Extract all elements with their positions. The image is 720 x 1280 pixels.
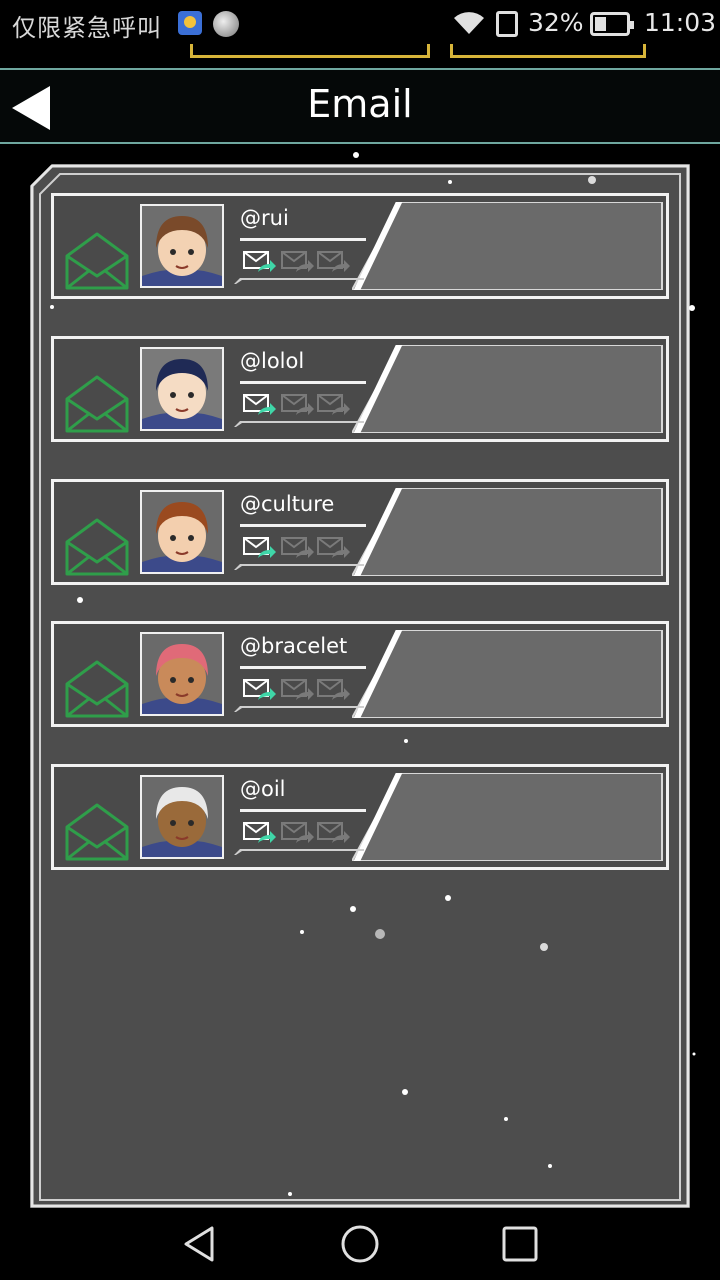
handle-underline <box>240 666 366 669</box>
message-status-icons <box>243 251 350 272</box>
app-notification-icon-2 <box>213 11 239 37</box>
mail-replied-icon <box>243 251 276 272</box>
nav-recents-icon[interactable] <box>498 1222 542 1266</box>
message-status-icons <box>243 679 350 700</box>
mail-pending-icon <box>281 679 314 700</box>
row-baseline <box>234 706 364 712</box>
wifi-icon <box>454 12 484 34</box>
handle-underline <box>240 809 366 812</box>
nav-home-icon[interactable] <box>338 1222 382 1266</box>
handle-underline <box>240 524 366 527</box>
handle-underline <box>240 238 366 241</box>
envelope-open-icon <box>65 375 129 433</box>
android-nav-bar <box>0 1208 720 1280</box>
sender-handle: @bracelet <box>240 634 348 658</box>
mail-replied-icon <box>243 394 276 415</box>
battery-percent: 32% <box>528 8 584 37</box>
message-preview-box <box>352 345 663 433</box>
app-notification-icon <box>178 11 202 35</box>
row-baseline <box>234 564 364 570</box>
envelope-open-icon <box>65 660 129 718</box>
sender-handle: @rui <box>240 206 289 230</box>
game-hud-peek <box>0 44 720 62</box>
sender-avatar <box>140 490 224 574</box>
nav-back-icon[interactable] <box>178 1222 222 1266</box>
mail-pending-icon <box>281 394 314 415</box>
carrier-text: 仅限紧急呼叫 <box>12 14 162 42</box>
mail-pending-icon <box>281 537 314 558</box>
sender-handle: @oil <box>240 777 286 801</box>
email-row[interactable]: @rui <box>51 193 669 299</box>
page-title: Email <box>307 82 413 126</box>
mail-pending-icon <box>281 251 314 272</box>
message-status-icons <box>243 394 350 415</box>
message-preview-box <box>352 202 663 290</box>
mail-pending-icon <box>281 822 314 843</box>
header-bar: Email <box>0 68 720 144</box>
row-baseline <box>234 849 364 855</box>
message-preview-box <box>352 630 663 718</box>
mail-pending-icon-2 <box>317 394 350 415</box>
mail-pending-icon-2 <box>317 537 350 558</box>
mail-replied-icon <box>243 679 276 700</box>
message-preview-box <box>352 488 663 576</box>
sender-avatar <box>140 775 224 859</box>
envelope-open-icon <box>65 232 129 290</box>
envelope-open-icon <box>65 803 129 861</box>
row-baseline <box>234 421 364 427</box>
mail-replied-icon <box>243 537 276 558</box>
row-baseline <box>234 278 364 284</box>
email-row[interactable]: @lolol <box>51 336 669 442</box>
message-preview-box <box>352 773 663 861</box>
mail-pending-icon-2 <box>317 822 350 843</box>
envelope-open-icon <box>65 518 129 576</box>
email-row[interactable]: @culture <box>51 479 669 585</box>
email-row[interactable]: @oil <box>51 764 669 870</box>
mail-replied-icon <box>243 822 276 843</box>
sender-handle: @lolol <box>240 349 305 373</box>
message-status-icons <box>243 822 350 843</box>
clock: 11:03 <box>644 8 717 37</box>
sender-avatar <box>140 347 224 431</box>
sender-avatar <box>140 204 224 288</box>
sender-handle: @culture <box>240 492 335 516</box>
email-row[interactable]: @bracelet <box>51 621 669 727</box>
mail-pending-icon-2 <box>317 679 350 700</box>
battery-icon <box>590 12 634 36</box>
message-status-icons <box>243 537 350 558</box>
handle-underline <box>240 381 366 384</box>
mail-pending-icon-2 <box>317 251 350 272</box>
sender-avatar <box>140 632 224 716</box>
sim-icon <box>496 11 518 37</box>
status-bar: 仅限紧急呼叫 32% 11:03 <box>0 0 720 48</box>
